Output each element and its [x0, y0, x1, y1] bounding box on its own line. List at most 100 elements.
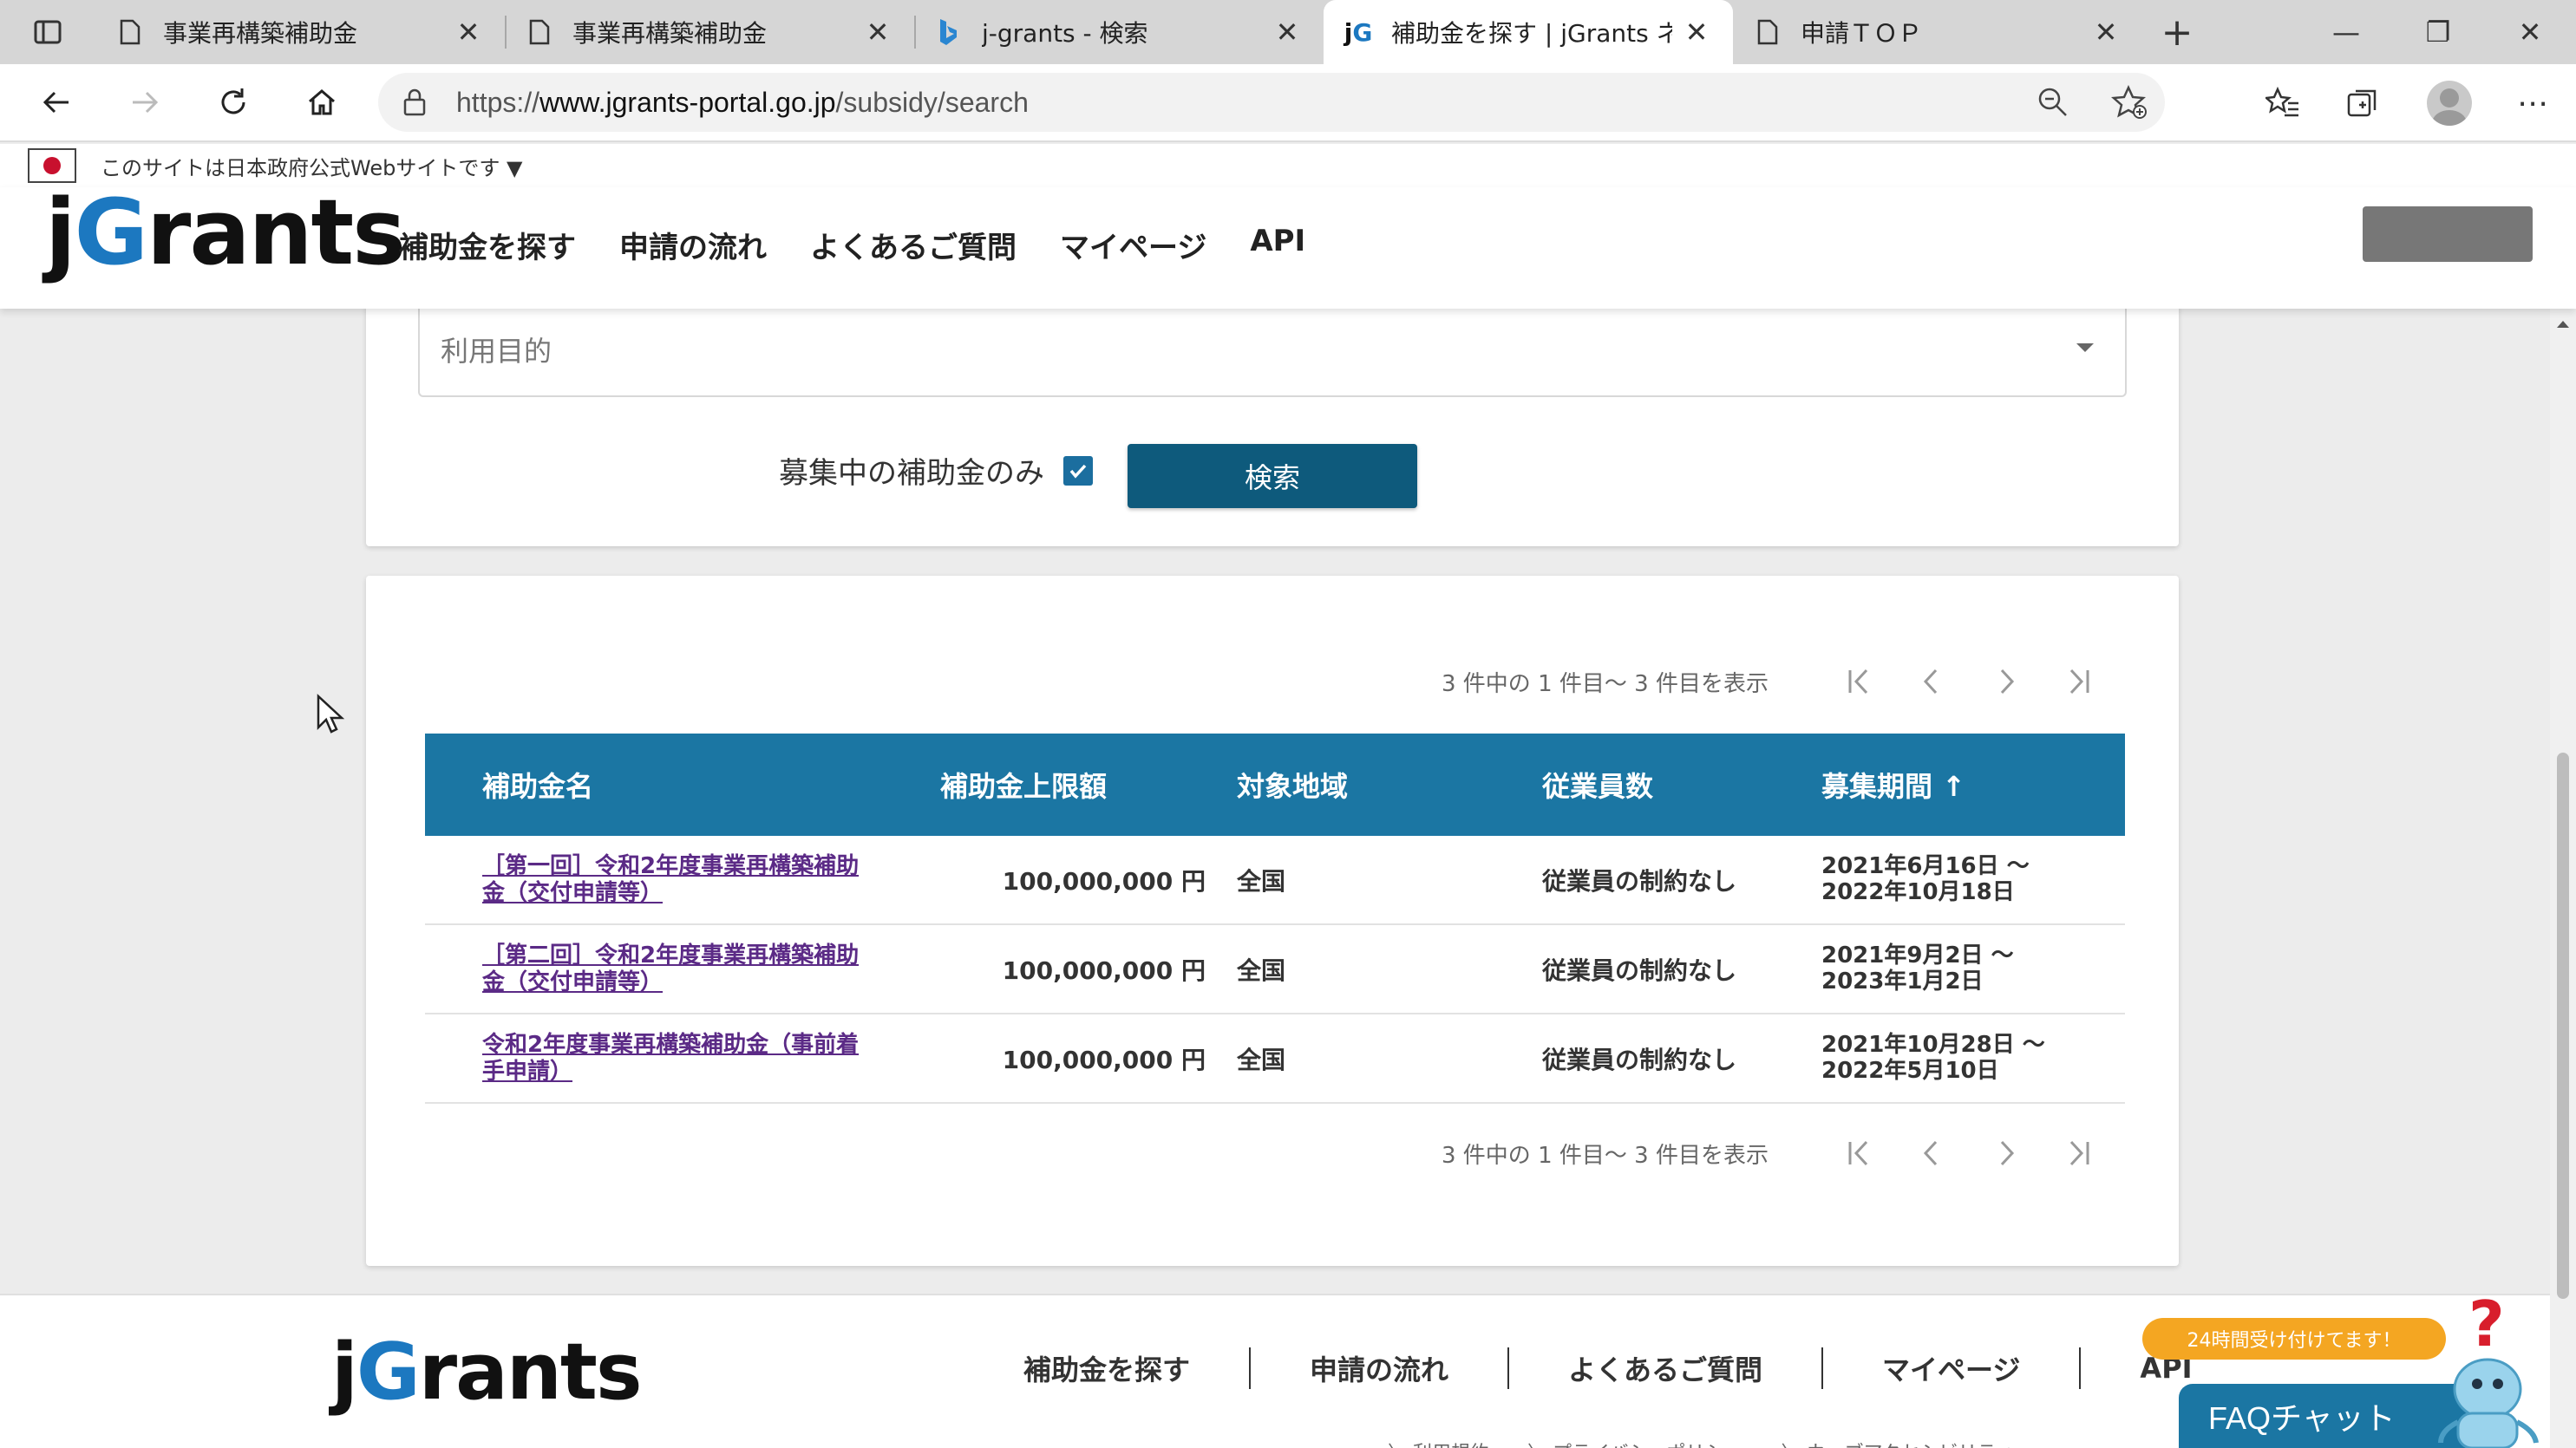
checkmark-icon — [1069, 464, 1087, 479]
search-button[interactable]: 検索 — [1128, 444, 1417, 508]
last-page-button[interactable] — [2042, 656, 2115, 708]
last-page-icon — [2069, 1140, 2089, 1166]
only-open-checkbox[interactable] — [1063, 455, 1093, 486]
close-tab-icon[interactable]: ✕ — [862, 16, 893, 49]
nav-faq[interactable]: よくあるご質問 — [810, 224, 1017, 266]
page-scrollbar[interactable] — [2550, 309, 2576, 1448]
last-page-button[interactable] — [2042, 1127, 2115, 1179]
col-subsidy-name[interactable]: 補助金名 — [425, 765, 900, 805]
nav-application-flow[interactable]: 申請の流れ — [619, 224, 767, 266]
plus-icon: + — [2161, 10, 2194, 55]
back-button[interactable] — [12, 63, 101, 141]
more-menu-icon[interactable]: ⋯ — [2517, 86, 2550, 121]
avatar-icon — [2440, 88, 2459, 108]
tab-title: 事業再構築補助金 — [572, 19, 768, 48]
amount-cell: 100,000,000 円 — [1002, 866, 1206, 896]
footer-jgrants-logo[interactable]: jGrants — [331, 1334, 643, 1412]
jgrants-logo[interactable]: jGrants — [45, 187, 406, 277]
close-tab-icon[interactable]: ✕ — [1681, 16, 1712, 49]
col-max-amount[interactable]: 補助金上限額 — [900, 765, 1230, 805]
url-field[interactable]: https://www.jgrants-portal.go.jp/subsidy… — [378, 73, 2165, 132]
main-nav: 補助金を探す 申請の流れ よくあるご質問 マイページ API — [399, 224, 1305, 266]
tab-title: j-grants - 検索 — [982, 19, 1148, 48]
tab-actions-button[interactable] — [0, 0, 95, 64]
first-page-icon — [1848, 669, 1868, 695]
tab-title: 事業再構築補助金 — [163, 19, 358, 48]
footer-nav: 補助金を探す 申請の流れ よくあるご質問 マイページ API — [1006, 1347, 2252, 1389]
subsidy-link[interactable]: ［第二回］令和2年度事業再構築補助 金（交付申請等） — [482, 943, 900, 995]
refresh-button[interactable] — [189, 63, 278, 141]
browser-tab-active[interactable]: jG 補助金を探す | jGrants ネッ ✕ — [1324, 0, 1733, 64]
subsidy-link[interactable]: ［第一回］令和2年度事業再構築補助 金（交付申請等） — [482, 853, 900, 906]
next-page-button[interactable] — [1969, 656, 2042, 708]
browser-tab[interactable]: 事業再構築補助金 ✕ — [95, 0, 505, 64]
forward-button[interactable] — [101, 63, 189, 141]
scrollbar-thumb[interactable] — [2557, 753, 2569, 1299]
page-icon — [526, 18, 553, 46]
region-cell: 全国 — [1237, 1045, 1286, 1074]
purpose-select[interactable]: 利用目的 — [418, 303, 2127, 397]
first-page-button[interactable] — [1823, 656, 1896, 708]
amount-cell: 100,000,000 円 — [1002, 1045, 1206, 1074]
period-cell: 2021年9月2日 ～ 2023年1月2日 — [1821, 943, 2014, 995]
period-cell: 2021年6月16日 ～ 2022年10月18日 — [1821, 853, 2030, 905]
home-button[interactable] — [278, 63, 366, 141]
login-button[interactable] — [2363, 206, 2533, 262]
browser-tools: ⋯ — [2265, 64, 2550, 142]
close-window-button[interactable]: ✕ — [2484, 0, 2576, 64]
close-tab-icon[interactable]: ✕ — [1272, 16, 1303, 49]
restore-button[interactable]: ❐ — [2392, 0, 2484, 64]
mouse-cursor-icon — [317, 694, 345, 734]
footer-nav-faq[interactable]: よくあるご質問 — [1509, 1348, 1821, 1388]
add-favorite-icon[interactable] — [2111, 85, 2148, 120]
footer-nav-mypage[interactable]: マイページ — [1823, 1348, 2079, 1388]
close-tab-icon[interactable]: ✕ — [453, 16, 484, 49]
col-period-sorted[interactable]: 募集期間 ↑ — [1821, 765, 2125, 805]
footer-nav-application-flow[interactable]: 申請の流れ — [1251, 1348, 1507, 1388]
first-page-button[interactable] — [1823, 1127, 1896, 1179]
collections-icon[interactable] — [2345, 86, 2382, 121]
browser-tab[interactable]: j-grants - 検索 ✕ — [914, 0, 1324, 64]
tab-title: 補助金を探す | jGrants ネッ — [1391, 19, 1672, 48]
col-employees[interactable]: 従業員数 — [1542, 765, 1821, 805]
jg-icon: jG — [1344, 17, 1373, 47]
search-panel: 利用目的 募集中の補助金のみ 検索 — [366, 295, 2179, 546]
col-region[interactable]: 対象地域 — [1230, 765, 1542, 805]
chevron-right-icon — [2000, 669, 2015, 695]
prev-page-button[interactable] — [1896, 1127, 1969, 1179]
gov-notice-text[interactable]: このサイトは日本政府公式Webサイトです ▼ — [101, 151, 522, 181]
table-row: ［第一回］令和2年度事業再構築補助 金（交付申請等） 100,000,000 円 … — [425, 836, 2125, 925]
next-page-button[interactable] — [1969, 1127, 2042, 1179]
chevron-right-icon — [2000, 1140, 2015, 1166]
restore-icon: ❐ — [2425, 16, 2451, 49]
subsidy-link[interactable]: 令和2年度事業再構築補助金（事前着 手申請） — [482, 1032, 900, 1085]
profile-avatar[interactable] — [2427, 81, 2472, 126]
browser-tab[interactable]: 事業再構築補助金 ✕ — [505, 0, 914, 64]
region-cell: 全国 — [1237, 866, 1286, 896]
footer-links[interactable]: 〉 利用規約 〉 プライバシーポリシー 〉 ウェブアクセシビリティ — [1388, 1438, 2014, 1448]
only-open-filter: 募集中の補助金のみ — [779, 449, 1093, 492]
scroll-up-icon[interactable] — [2557, 321, 2569, 328]
svg-text:?: ? — [2468, 1292, 2505, 1360]
employees-cell: 従業員の制約なし — [1542, 866, 1737, 896]
minimize-button[interactable]: — — [2300, 0, 2392, 64]
pager-bottom: 3 件中の 1 件目～ 3 件目を表示 — [1442, 1127, 2115, 1179]
favorites-icon[interactable] — [2265, 86, 2300, 121]
pager-info: 3 件中の 1 件目～ 3 件目を表示 — [1442, 670, 1769, 697]
footer-nav-find-subsidy[interactable]: 補助金を探す — [1006, 1348, 1249, 1388]
new-tab-button[interactable]: + — [2142, 0, 2212, 64]
employees-cell: 従業員の制約なし — [1542, 956, 1737, 985]
nav-api[interactable]: API — [1250, 224, 1305, 266]
chat-mascot-icon[interactable]: ? — [2435, 1292, 2566, 1448]
nav-find-subsidy[interactable]: 補助金を探す — [399, 224, 576, 266]
purpose-select-placeholder: 利用目的 — [441, 335, 552, 368]
pager-info: 3 件中の 1 件目～ 3 件目を表示 — [1442, 1142, 1769, 1169]
close-tab-icon[interactable]: ✕ — [2090, 16, 2122, 49]
bing-icon — [935, 18, 963, 46]
prev-page-button[interactable] — [1896, 656, 1969, 708]
browser-tab[interactable]: 申請ＴＯＰ ✕ — [1733, 0, 2142, 64]
nav-mypage[interactable]: マイページ — [1060, 224, 1206, 266]
zoom-out-icon[interactable] — [2037, 86, 2069, 119]
period-cell: 2021年10月28日 ～ 2022年5月10日 — [1821, 1032, 2045, 1084]
results-table: 補助金名 補助金上限額 対象地域 従業員数 募集期間 ↑ ［第一回］令和2年度事… — [425, 734, 2125, 1104]
